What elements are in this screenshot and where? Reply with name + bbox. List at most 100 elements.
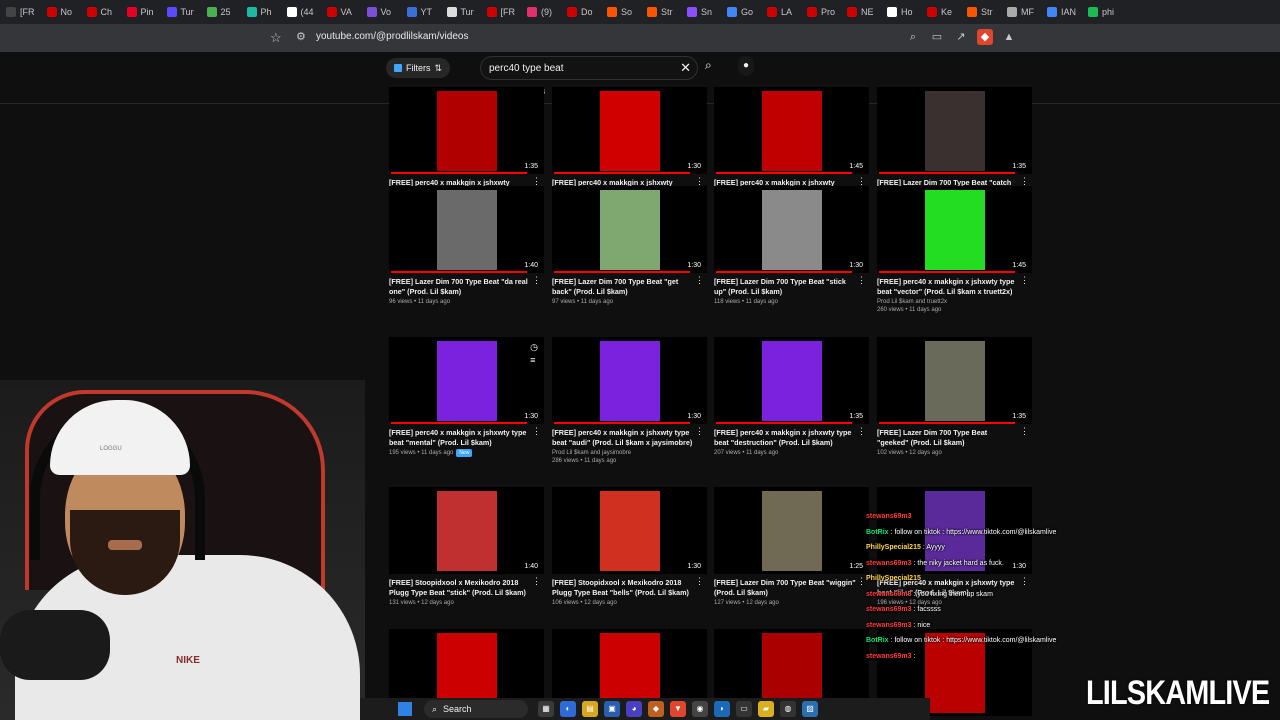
- file-explorer-icon[interactable]: ▤: [582, 701, 598, 717]
- browser-tab[interactable]: Pin: [121, 0, 161, 24]
- video-card[interactable]: 1:40 [FREE] Lazer Dim 700 Type Beat "da r…: [389, 186, 544, 306]
- video-title[interactable]: [FREE] Stoopidxool x Mexikodro 2018 Plug…: [552, 578, 694, 597]
- browser-tab[interactable]: Go: [721, 0, 761, 24]
- video-card[interactable]: 1:30 [FREE] perc40 x makkgin x jshxwty ty…: [552, 337, 707, 465]
- browser-tab[interactable]: NE: [841, 0, 881, 24]
- video-card[interactable]: 1:35 [FREE] perc40 x makkgin x jshxwty ty…: [714, 337, 869, 457]
- browser-tab[interactable]: (44: [281, 0, 321, 24]
- obs-icon[interactable]: ◉: [692, 701, 708, 717]
- video-thumbnail[interactable]: 1:35: [877, 87, 1032, 174]
- video-title[interactable]: [FREE] perc40 x makkgin x jshxwty type b…: [389, 428, 531, 447]
- browser-tab[interactable]: IAN: [1041, 0, 1082, 24]
- browser-tab[interactable]: Str: [961, 0, 1001, 24]
- rewards-icon[interactable]: ▲: [1001, 29, 1017, 45]
- more-options-icon[interactable]: ⋮: [695, 576, 704, 587]
- video-thumbnail[interactable]: 1:25: [714, 487, 869, 574]
- video-title[interactable]: [FREE] Lazer Dim 700 Type Beat "wiggin" …: [714, 578, 856, 597]
- video-card[interactable]: 1:30 [FREE] Lazer Dim 700 Type Beat "stic…: [714, 186, 869, 306]
- more-options-icon[interactable]: ⋮: [857, 426, 866, 437]
- url-field[interactable]: youtube.com/@prodlilskam/videos: [316, 31, 468, 42]
- cast-icon[interactable]: ▭: [929, 29, 945, 45]
- discord-icon[interactable]: ◕: [626, 701, 642, 717]
- zoom-icon[interactable]: ⌕: [905, 29, 921, 45]
- browser-tab[interactable]: YT: [401, 0, 441, 24]
- more-options-icon[interactable]: ⋮: [532, 426, 541, 437]
- video-card[interactable]: 1:30 ◷ ≡ [FREE] perc40 x makkgin x jshxwty …: [389, 337, 544, 457]
- browser-tab[interactable]: Ph: [241, 0, 281, 24]
- browser-tab[interactable]: Pro: [801, 0, 841, 24]
- search-input[interactable]: [489, 62, 679, 74]
- site-info-icon[interactable]: ⚙: [296, 30, 306, 43]
- video-thumbnail[interactable]: 1:30: [714, 186, 869, 273]
- video-title[interactable]: [FREE] perc40 x makkgin x jshxwty type b…: [714, 428, 856, 447]
- video-card[interactable]: 1:30 [FREE] Stoopidxool x Mexikodro 2018 …: [552, 487, 707, 607]
- video-thumbnail[interactable]: 1:30: [552, 487, 707, 574]
- windows-start-icon[interactable]: [398, 702, 412, 716]
- video-thumbnail[interactable]: 1:45: [877, 186, 1032, 273]
- video-thumbnail[interactable]: 1:40: [389, 186, 544, 273]
- more-options-icon[interactable]: ⋮: [695, 426, 704, 437]
- video-thumbnail[interactable]: 1:45: [714, 87, 869, 174]
- browser-tab[interactable]: So: [601, 0, 641, 24]
- video-card[interactable]: 1:45 [FREE] perc40 x makkgin x jshxwty ty…: [877, 186, 1032, 314]
- video-card[interactable]: 1:25 [FREE] Lazer Dim 700 Type Beat "wigg…: [714, 487, 869, 607]
- video-title[interactable]: [FREE] perc40 x makkgin x jshxwty type b…: [552, 428, 694, 447]
- fl-studio-icon[interactable]: ▰: [758, 701, 774, 717]
- video-thumbnail[interactable]: 1:30: [552, 87, 707, 174]
- more-options-icon[interactable]: ⋮: [532, 576, 541, 587]
- more-options-icon[interactable]: ⋮: [1020, 275, 1029, 286]
- browser-tab[interactable]: (9): [521, 0, 561, 24]
- browser-tab[interactable]: LA: [761, 0, 801, 24]
- browser-tab[interactable]: No: [41, 0, 81, 24]
- video-title[interactable]: [FREE] Lazer Dim 700 Type Beat "stick up…: [714, 277, 856, 296]
- video-title[interactable]: [FREE] Stoopidxool x Mexikodro 2018 Plug…: [389, 578, 531, 597]
- video-thumbnail[interactable]: 1:30: [552, 337, 707, 424]
- store-icon[interactable]: ▣: [604, 701, 620, 717]
- taskbar-search[interactable]: ⌕ Search: [424, 700, 528, 718]
- browser-tab[interactable]: Ke: [921, 0, 961, 24]
- more-options-icon[interactable]: ⋮: [1020, 426, 1029, 437]
- browser-tab[interactable]: MF: [1001, 0, 1041, 24]
- video-card[interactable]: 1:30 [FREE] Lazer Dim 700 Type Beat "get …: [552, 186, 707, 306]
- video-title[interactable]: [FREE] Lazer Dim 700 Type Beat "da real …: [389, 277, 531, 296]
- steam-icon[interactable]: ◗: [714, 701, 730, 717]
- add-to-queue-icon[interactable]: ≡: [530, 354, 538, 367]
- video-thumbnail[interactable]: 1:30 ◷ ≡: [389, 337, 544, 424]
- brave-icon[interactable]: ▼: [670, 701, 686, 717]
- video-title[interactable]: [FREE] Lazer Dim 700 Type Beat "geeked" …: [877, 428, 1019, 447]
- mic-icon[interactable]: ●: [738, 56, 754, 76]
- watch-later-icon[interactable]: ◷: [530, 341, 538, 354]
- browser-tab[interactable]: Vo: [361, 0, 401, 24]
- browser-tab[interactable]: Do: [561, 0, 601, 24]
- widgets-icon[interactable]: ▦: [538, 701, 554, 717]
- clear-search-icon[interactable]: ✕: [680, 60, 691, 76]
- browser-tab[interactable]: Str: [641, 0, 681, 24]
- browser-tab[interactable]: phi: [1082, 0, 1122, 24]
- brave-shield-icon[interactable]: ◆: [977, 29, 993, 45]
- more-options-icon[interactable]: ⋮: [857, 275, 866, 286]
- photos-icon[interactable]: ▨: [802, 701, 818, 717]
- video-thumbnail[interactable]: 1:30: [552, 186, 707, 273]
- browser-tab[interactable]: Sn: [681, 0, 721, 24]
- browser-tab[interactable]: [FR: [0, 0, 41, 24]
- bookmark-icon[interactable]: ☆: [270, 30, 284, 46]
- browser-tab[interactable]: 25: [201, 0, 241, 24]
- ak-app-icon[interactable]: ◍: [780, 701, 796, 717]
- share-icon[interactable]: ↗: [953, 29, 969, 45]
- video-card[interactable]: 1:35 [FREE] Lazer Dim 700 Type Beat "geek…: [877, 337, 1032, 457]
- filters-button[interactable]: Filters ⇅: [386, 58, 451, 78]
- copilot-icon[interactable]: ◐: [560, 701, 576, 717]
- video-title[interactable]: [FREE] perc40 x makkgin x jshxwty type b…: [877, 277, 1019, 296]
- video-card[interactable]: 1:40 [FREE] Stoopidxool x Mexikodro 2018 …: [389, 487, 544, 607]
- video-thumbnail[interactable]: 1:35: [877, 337, 1032, 424]
- video-thumbnail[interactable]: 1:35: [714, 337, 869, 424]
- video-title[interactable]: [FREE] Lazer Dim 700 Type Beat "get back…: [552, 277, 694, 296]
- browser-tab[interactable]: [FR: [481, 0, 522, 24]
- browser-tab[interactable]: Tur: [161, 0, 201, 24]
- app-icon[interactable]: ◆: [648, 701, 664, 717]
- more-options-icon[interactable]: ⋮: [532, 275, 541, 286]
- video-thumbnail[interactable]: 1:35: [389, 87, 544, 174]
- browser-tab[interactable]: Ch: [81, 0, 121, 24]
- search-icon[interactable]: ⌕: [705, 58, 712, 73]
- more-options-icon[interactable]: ⋮: [857, 576, 866, 587]
